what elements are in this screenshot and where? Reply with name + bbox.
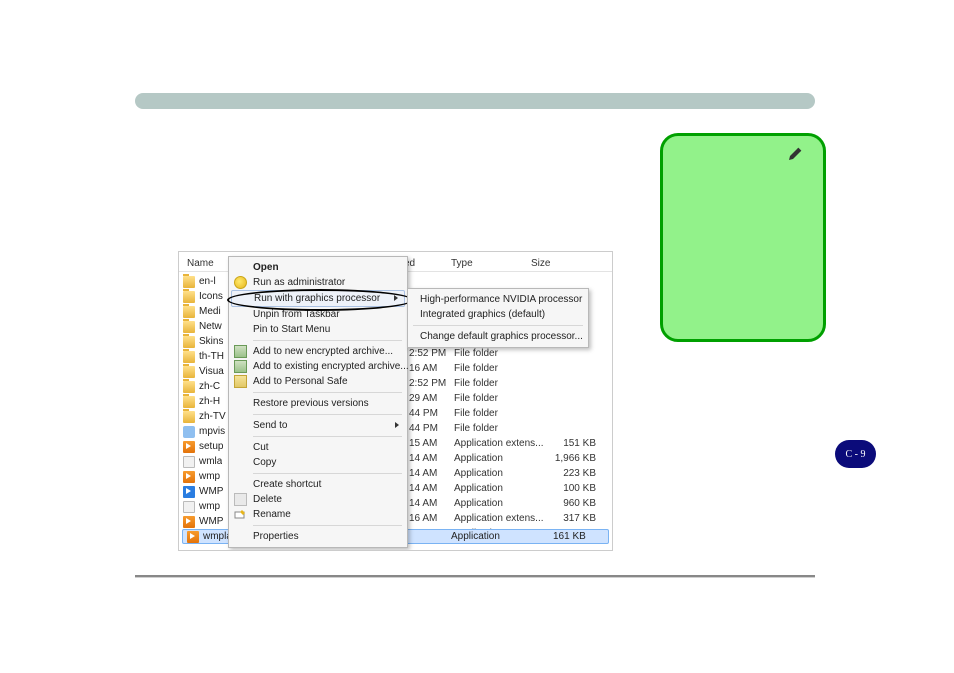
menu-restore-previous[interactable]: Restore previous versions [231,396,405,411]
media-icon [183,471,195,483]
safe-icon [234,375,247,388]
folder-icon [183,306,195,318]
folder-icon [183,381,195,393]
footer-rule [135,575,815,577]
page-number-badge: C - 9 [835,440,876,468]
column-type[interactable]: Type [451,258,473,269]
media-icon [183,516,195,528]
table-row: 16 AMApplication extens...317 KB [409,511,596,526]
table-row: 14 AMApplication1,966 KB [409,451,596,466]
app-icon [183,486,195,498]
selected-type: Application [451,531,500,542]
folder-icon [183,351,195,363]
note-callout [660,133,826,342]
table-row: 14 AMApplication100 KB [409,481,596,496]
menu-add-personal-safe[interactable]: Add to Personal Safe [231,374,405,389]
submenu-change-default[interactable]: Change default graphics processor... [410,329,586,344]
archive-icon [234,360,247,373]
folder-icon [183,366,195,378]
folder-icon [183,276,195,288]
table-row: 14 AMApplication223 KB [409,466,596,481]
config-icon [183,426,195,438]
table-row: 29 AMFile folder [409,391,596,406]
gpu-submenu: High-performance NVIDIA processor Integr… [407,288,589,348]
menu-send-to[interactable]: Send to [231,418,405,433]
menu-separator [253,414,402,415]
menu-add-new-encrypted[interactable]: Add to new encrypted archive... [231,344,405,359]
menu-separator [253,436,402,437]
menu-rename[interactable]: Rename [231,507,405,522]
section-heading-bar [135,93,815,109]
pencil-icon [787,146,803,162]
chevron-right-icon [394,295,398,301]
media-icon [183,441,195,453]
delete-icon [234,493,247,506]
menu-run-with-graphics-processor[interactable]: Run with graphics processor [231,290,405,307]
table-row: 44 PMFile folder [409,406,596,421]
column-size[interactable]: Size [531,258,550,269]
menu-create-shortcut[interactable]: Create shortcut [231,477,405,492]
table-row: 15 AMApplication extens...151 KB [409,436,596,451]
menu-copy[interactable]: Copy [231,455,405,470]
folder-icon [183,321,195,333]
menu-open[interactable]: Open [231,260,405,275]
submenu-high-performance[interactable]: High-performance NVIDIA processor [410,292,586,307]
column-name[interactable]: Name [187,258,214,269]
menu-delete[interactable]: Delete [231,492,405,507]
menu-separator [253,392,402,393]
media-icon [187,531,199,543]
folder-icon [183,336,195,348]
menu-separator [413,325,583,326]
file-details: 2:52 PMFile folder 16 AMFile folder 2:52… [409,346,596,541]
context-menu: Open Run as administrator Run with graph… [228,256,408,548]
menu-run-as-administrator[interactable]: Run as administrator [231,275,405,290]
menu-separator [253,525,402,526]
folder-icon [183,411,195,423]
folder-icon [183,291,195,303]
document-icon [183,456,195,468]
menu-pin-start[interactable]: Pin to Start Menu [231,322,405,337]
rename-icon [234,508,247,521]
menu-separator [253,340,402,341]
menu-cut[interactable]: Cut [231,440,405,455]
submenu-integrated[interactable]: Integrated graphics (default) [410,307,586,322]
chevron-right-icon [395,422,399,428]
table-row: 16 AMFile folder [409,361,596,376]
table-row: 2:52 PMFile folder [409,346,596,361]
menu-separator [253,473,402,474]
document-icon [183,501,195,513]
table-row: 44 PMFile folder [409,421,596,436]
menu-add-existing-encrypted[interactable]: Add to existing encrypted archive... [231,359,405,374]
menu-unpin-taskbar[interactable]: Unpin from Taskbar [231,307,405,322]
menu-properties[interactable]: Properties [231,529,405,544]
explorer-screenshot: Name ed Type Size en-l Icons Medi Netw S… [178,251,613,551]
table-row: 2:52 PMFile folder [409,376,596,391]
folder-icon [183,396,195,408]
shield-icon [234,276,247,289]
table-row: 14 AMApplication960 KB [409,496,596,511]
archive-icon [234,345,247,358]
selected-size: 161 KB [553,531,586,542]
